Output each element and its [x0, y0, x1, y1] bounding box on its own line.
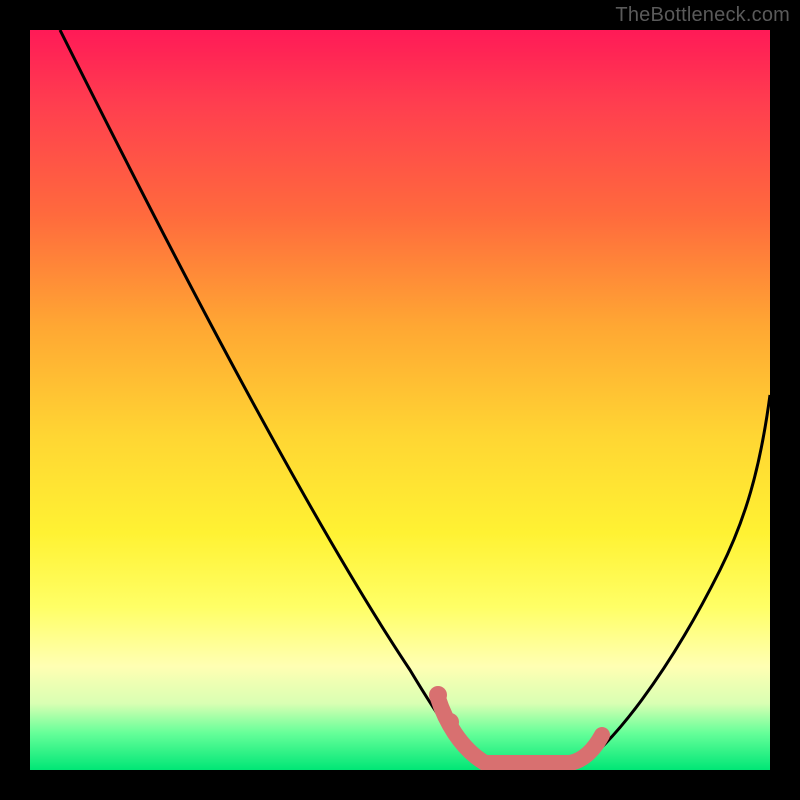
curve-left	[60, 30, 485, 768]
chart-frame: TheBottleneck.com	[0, 0, 800, 800]
curve-right	[575, 395, 770, 768]
watermark-text: TheBottleneck.com	[615, 4, 790, 27]
highlight-dot-lower	[441, 713, 459, 731]
chart-plot-area	[30, 30, 770, 770]
highlight-dot-upper	[429, 686, 447, 704]
chart-svg	[30, 30, 770, 770]
highlight-band	[438, 698, 602, 763]
